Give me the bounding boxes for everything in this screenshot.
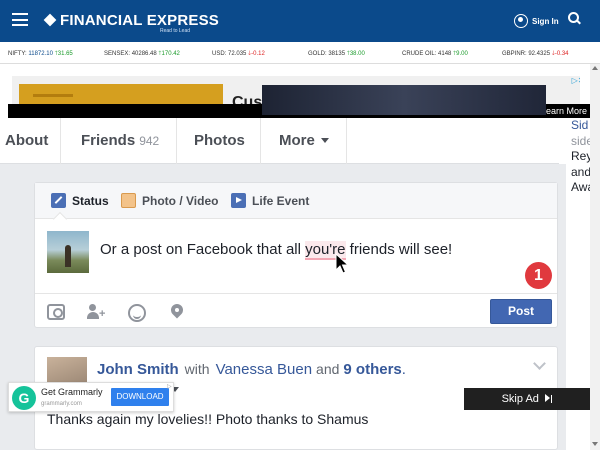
site-logo[interactable]: FINANCIAL EXPRESS (43, 12, 219, 29)
post-photo[interactable] (262, 85, 546, 115)
ticker-change: -0.34 (554, 51, 569, 57)
post-author-link[interactable]: John Smith (97, 361, 179, 378)
photo-icon (121, 193, 136, 208)
user-icon (514, 14, 528, 28)
caret-down-icon (320, 138, 329, 143)
grammarly-title: Get Grammarly (41, 387, 103, 397)
tab-about-label: About (5, 132, 49, 149)
post-button[interactable]: Post (490, 299, 552, 324)
tab-photo-video-label: Photo / Video (142, 194, 219, 208)
status-text: friends will see! (345, 241, 453, 258)
profile-nav: About Friends 942 Photos More (0, 118, 559, 164)
location-pin-icon[interactable] (171, 304, 185, 322)
avatar[interactable] (47, 231, 89, 273)
sign-in-label: Sign In (532, 17, 559, 26)
menu-icon[interactable] (12, 13, 28, 26)
composer-tabs: Status Photo / Video Life Event (35, 183, 557, 227)
download-button[interactable]: DOWNLOAD (111, 388, 169, 406)
post-period: . (401, 361, 406, 378)
status-input[interactable]: Or a post on Facebook that all you're fr… (100, 241, 453, 260)
friends-count: 942 (139, 134, 160, 148)
market-ticker: NIFTY: 11872.10 🡑31.65 SENSEX: 40286.48 … (0, 42, 600, 64)
ticker-name: NIFTY: (8, 51, 27, 57)
ticker-value: 92.4325 (528, 51, 551, 57)
feeling-icon[interactable] (128, 304, 146, 322)
pencil-icon (51, 193, 66, 208)
ad-close-icon[interactable]: ▷✕ (569, 76, 580, 86)
tab-life-event[interactable]: Life Event (231, 193, 309, 208)
grammarly-logo-icon: G (12, 386, 36, 410)
composer-footer: + Post (35, 293, 557, 328)
skip-ad-label: Skip Ad (501, 393, 539, 405)
ticker-change: 31.65 (57, 51, 73, 57)
ticker-change: 9.00 (456, 51, 468, 57)
learn-more-link[interactable]: Learn More (541, 106, 587, 116)
skip-bar-icon (550, 395, 553, 403)
ticker-item[interactable]: SENSEX: 40286.48 🡑170.42 (104, 49, 180, 59)
ticker-change: 38.00 (349, 51, 365, 57)
ticker-name: USD: (212, 51, 227, 57)
chevron-down-icon[interactable] (533, 357, 546, 370)
tag-friends-icon[interactable]: + (87, 304, 105, 320)
ticker-value: 4148 (438, 51, 452, 57)
search-icon[interactable] (568, 12, 580, 24)
ticker-item[interactable]: NIFTY: 11872.10 🡑31.65 (8, 49, 73, 59)
others-link[interactable]: 9 others (343, 361, 401, 378)
post-composer: Status Photo / Video Life Event Or a pos… (34, 182, 558, 328)
scroll-down-icon[interactable] (592, 442, 598, 446)
tab-about[interactable]: About (5, 118, 61, 164)
logo-tagline: Read to Lead (160, 28, 191, 34)
plus-icon: + (99, 308, 106, 320)
page-scrollbar[interactable] (590, 64, 600, 450)
grammar-issue-badge[interactable]: 1 (525, 262, 552, 289)
site-header: FINANCIAL EXPRESS Read to Lead Sign In (0, 0, 600, 42)
tab-more[interactable]: More (261, 118, 347, 164)
grammarly-ad[interactable]: G Get Grammarly grammarly.com DOWNLOAD ▷ (8, 382, 174, 412)
ticker-change: 170.42 (161, 51, 180, 57)
ticker-name: GBPINR: (502, 51, 527, 57)
sign-in-link[interactable]: Sign In (514, 14, 559, 28)
tab-status-label: Status (72, 194, 109, 208)
ticker-item[interactable]: GBPINR: 92.4325 🡓-0.34 (502, 49, 569, 59)
active-tab-pointer (52, 211, 68, 227)
post-header: John Smith with Vanessa Buen and 9 others. (97, 361, 406, 378)
post-with-text: with (184, 361, 210, 377)
logo-mark-icon (43, 13, 57, 27)
tab-status[interactable]: Status (51, 193, 109, 208)
post-and-text: and (316, 361, 340, 377)
tab-more-label: More (279, 132, 315, 149)
flag-icon (231, 193, 246, 208)
skip-arrow-icon (544, 394, 550, 402)
camera-icon[interactable] (47, 304, 65, 320)
tab-photos[interactable]: Photos (177, 118, 261, 164)
ticker-value: 72.035 (228, 51, 247, 57)
ad-info-icon[interactable]: ▷ (167, 383, 172, 390)
ticker-value: 38135 (328, 51, 346, 57)
scroll-up-icon[interactable] (592, 66, 598, 70)
ticker-value: 11872.10 (28, 51, 53, 57)
ticker-name: GOLD: (308, 51, 327, 57)
tab-friends-label: Friends (81, 132, 136, 149)
ticker-item[interactable]: GOLD: 38135 🡑38.00 (308, 49, 365, 59)
post-body: Thanks again my lovelies!! Photo thanks … (47, 411, 369, 427)
logo-text: FINANCIAL EXPRESS (60, 12, 219, 29)
tab-friends[interactable]: Friends 942 (61, 118, 177, 164)
skip-ad-button[interactable]: Skip Ad (464, 388, 590, 410)
tab-photos-label: Photos (194, 132, 245, 149)
ticker-name: CRUDE OIL: (402, 51, 437, 57)
ticker-value: 40286.48 (131, 51, 157, 57)
mouse-cursor-icon (335, 253, 349, 274)
status-text: Or a post on Facebook that all (100, 241, 306, 258)
tab-photo-video[interactable]: Photo / Video (121, 193, 218, 208)
grammarly-url: grammarly.com (41, 401, 82, 407)
ticker-item[interactable]: USD: 72.035 🡓-0.12 (212, 49, 265, 59)
ticker-name: SENSEX: (104, 51, 131, 57)
ticker-change: -0.12 (251, 51, 265, 57)
tab-life-event-label: Life Event (252, 194, 310, 208)
ticker-item[interactable]: CRUDE OIL: 4148 🡑9.00 (402, 49, 468, 59)
tagged-person-link[interactable]: Vanessa Buen (216, 361, 312, 378)
